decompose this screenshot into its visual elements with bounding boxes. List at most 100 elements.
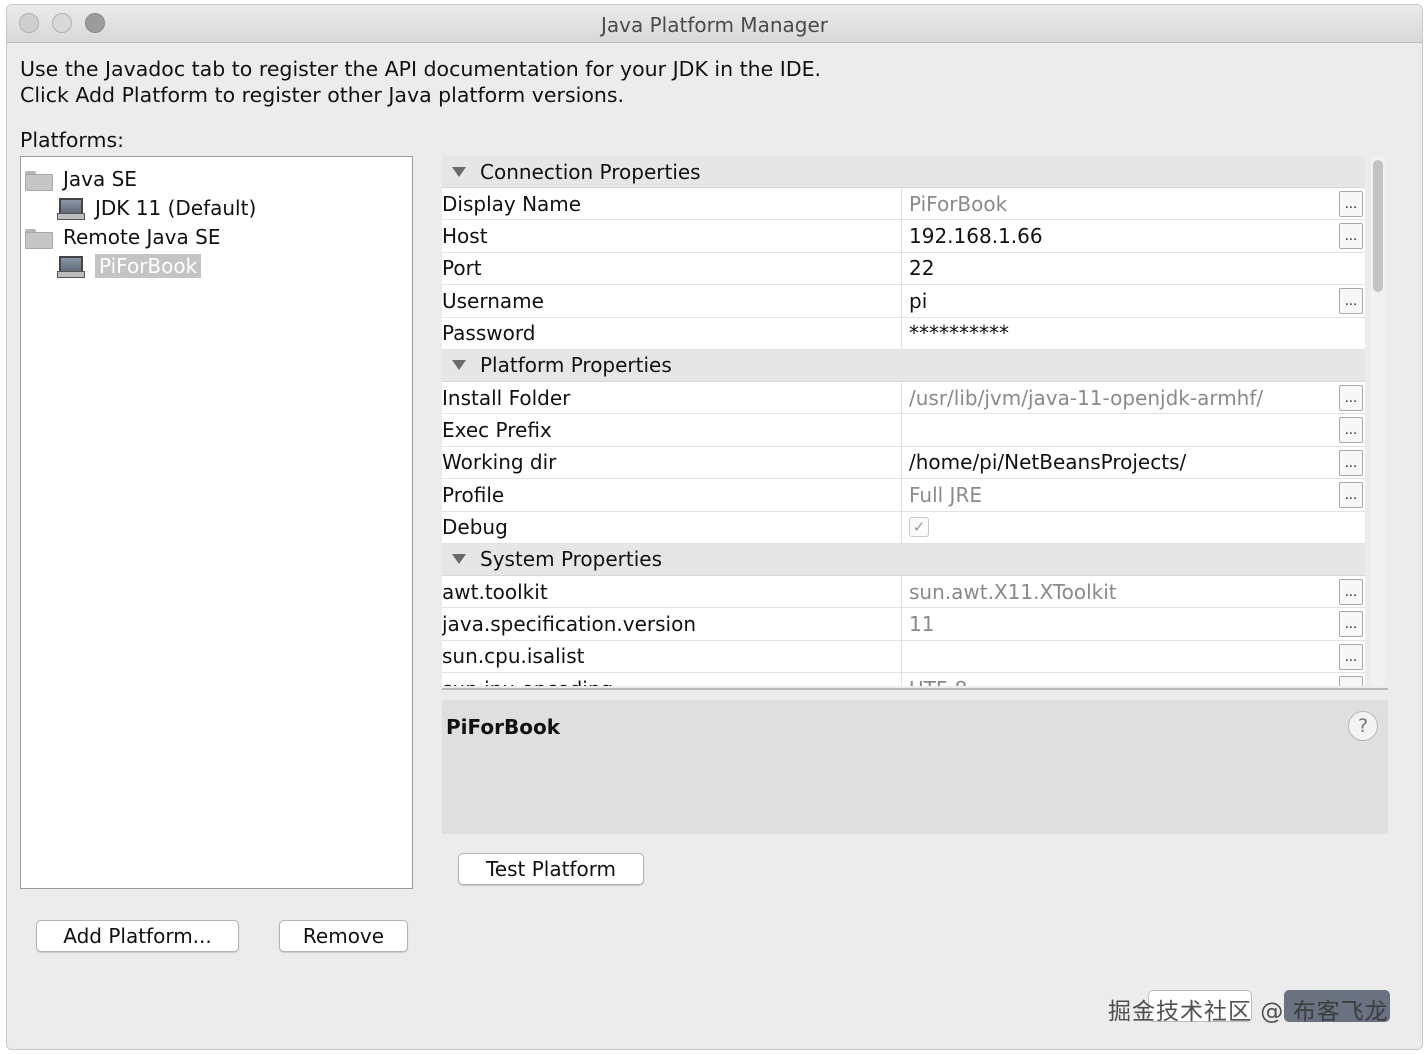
port-value: 22: [909, 256, 935, 281]
description-title: PiForBook: [446, 715, 560, 739]
property-name: java.specification.version: [442, 608, 902, 640]
folder-icon: [25, 227, 53, 249]
property-row-exec-prefix: Exec Prefix ...: [442, 414, 1365, 447]
property-row-java-specification-version: java.specification.version 11...: [442, 608, 1365, 641]
section-title: Connection Properties: [480, 159, 701, 184]
window-title: Java Platform Manager: [601, 13, 828, 37]
section-title: Platform Properties: [480, 353, 672, 378]
property-name: Port: [442, 252, 902, 285]
ellipsis-button[interactable]: ...: [1339, 676, 1363, 686]
property-value[interactable]: /home/pi/NetBeansProjects/...: [902, 447, 1365, 478]
platforms-tree[interactable]: Java SE JDK 11 (Default) Remote Java SE …: [20, 156, 413, 889]
intro-text: Use the Javadoc tab to register the API …: [20, 56, 821, 108]
property-row-display-name: Display Name PiForBook...: [442, 188, 1365, 221]
password-value: **********: [909, 321, 1009, 346]
ellipsis-button[interactable]: ...: [1339, 191, 1363, 217]
expand-triangle-icon: [452, 360, 466, 371]
working-dir-value: /home/pi/NetBeansProjects/: [909, 450, 1187, 475]
property-row-username: Username pi...: [442, 285, 1365, 318]
property-name: sun.jnu.encoding: [442, 673, 902, 686]
splitter-divider[interactable]: [442, 688, 1388, 690]
property-row-host: Host 192.168.1.66...: [442, 220, 1365, 253]
java-spec-version-value: 11: [909, 611, 935, 636]
property-row-password: Password **********: [442, 317, 1365, 350]
watermark-text: 掘金技术社区 @ 布客飞龙: [1108, 999, 1389, 1025]
property-row-profile: Profile Full JRE...: [442, 479, 1365, 512]
ellipsis-button[interactable]: ...: [1339, 643, 1363, 670]
property-name: Display Name: [442, 188, 902, 220]
section-connection-properties[interactable]: Connection Properties: [442, 156, 1365, 188]
properties-scrollbar-thumb[interactable]: [1373, 160, 1383, 292]
property-name: sun.cpu.isalist: [442, 640, 902, 673]
property-value[interactable]: ...: [902, 414, 1365, 445]
intro-line-1: Use the Javadoc tab to register the API …: [20, 57, 822, 81]
username-value: pi: [909, 288, 928, 313]
property-value[interactable]: PiForBook...: [902, 188, 1365, 219]
display-name-value: PiForBook: [909, 191, 1008, 216]
ellipsis-button[interactable]: ...: [1339, 417, 1363, 444]
tree-item-label: PiForBook: [95, 254, 202, 278]
property-name: Working dir: [442, 446, 902, 479]
ellipsis-button[interactable]: ...: [1339, 288, 1363, 315]
property-name: Debug: [442, 511, 902, 543]
property-name: Password: [442, 317, 902, 349]
folder-icon: [25, 169, 53, 191]
install-folder-value: /usr/lib/jvm/java-11-openjdk-armhf/: [909, 385, 1264, 410]
ellipsis-button[interactable]: ...: [1339, 611, 1363, 638]
description-panel: PiForBook ?: [442, 700, 1388, 834]
property-row-jnu-encoding: sun.jnu.encoding UTF-8...: [442, 673, 1365, 686]
property-value[interactable]: 11...: [902, 608, 1365, 639]
tree-item-jdk-11[interactable]: JDK 11 (Default): [57, 194, 256, 222]
remove-button[interactable]: Remove: [279, 920, 408, 952]
jnu-encoding-value: UTF-8: [909, 677, 967, 686]
property-value[interactable]: 192.168.1.66...: [902, 220, 1365, 251]
property-row-debug: Debug ✓: [442, 511, 1365, 544]
property-value[interactable]: **********: [902, 318, 1365, 349]
property-name: Host: [442, 220, 902, 252]
property-row-cpu-isalist: sun.cpu.isalist ...: [442, 640, 1365, 674]
tree-item-label: Java SE: [63, 167, 137, 191]
ellipsis-button[interactable]: ...: [1339, 223, 1363, 250]
platforms-label: Platforms:: [20, 128, 125, 152]
property-row-working-dir: Working dir /home/pi/NetBeansProjects/..…: [442, 446, 1365, 480]
property-name: Profile: [442, 479, 902, 511]
property-value[interactable]: sun.awt.X11.XToolkit...: [902, 576, 1365, 607]
tree-item-java-se[interactable]: Java SE: [25, 165, 137, 193]
ellipsis-button[interactable]: ...: [1339, 482, 1363, 509]
property-name: Exec Prefix: [442, 414, 902, 446]
tree-item-label: JDK 11 (Default): [95, 196, 257, 220]
property-row-awt-toolkit: awt.toolkit sun.awt.X11.XToolkit...: [442, 575, 1365, 609]
properties-sheet[interactable]: Connection Properties Display Name PiFor…: [442, 156, 1365, 686]
ellipsis-button[interactable]: ...: [1339, 384, 1363, 411]
section-title: System Properties: [480, 547, 663, 572]
tree-item-remote-java-se[interactable]: Remote Java SE: [25, 223, 220, 251]
property-value[interactable]: UTF-8...: [902, 673, 1365, 686]
computer-icon: [57, 197, 85, 220]
property-value[interactable]: ...: [902, 641, 1365, 672]
computer-icon: [57, 255, 85, 278]
add-platform-button[interactable]: Add Platform...: [36, 920, 239, 952]
property-name: awt.toolkit: [442, 575, 902, 608]
intro-line-2: Click Add Platform to register other Jav…: [20, 83, 625, 107]
expand-triangle-icon: [452, 166, 466, 177]
property-row-port: Port 22: [442, 252, 1365, 286]
host-value: 192.168.1.66: [909, 224, 1043, 249]
profile-value: Full JRE: [909, 482, 982, 507]
property-value[interactable]: Full JRE...: [902, 479, 1365, 510]
property-row-install-folder: Install Folder /usr/lib/jvm/java-11-open…: [442, 381, 1365, 415]
section-platform-properties[interactable]: Platform Properties: [442, 349, 1365, 382]
expand-triangle-icon: [452, 554, 466, 565]
property-value[interactable]: 22: [902, 253, 1365, 284]
help-icon[interactable]: ?: [1348, 711, 1378, 741]
ellipsis-button[interactable]: ...: [1339, 449, 1363, 476]
test-platform-button[interactable]: Test Platform: [458, 853, 644, 885]
ellipsis-button[interactable]: ...: [1339, 578, 1363, 605]
property-value[interactable]: pi...: [902, 285, 1365, 316]
property-name: Username: [442, 285, 902, 317]
title-bar: Java Platform Manager: [7, 5, 1422, 43]
section-system-properties[interactable]: System Properties: [442, 543, 1365, 576]
property-name: Install Folder: [442, 381, 902, 414]
debug-checkbox[interactable]: ✓: [909, 517, 929, 538]
tree-item-piforbook[interactable]: PiForBook: [57, 252, 202, 280]
property-value[interactable]: /usr/lib/jvm/java-11-openjdk-armhf/...: [902, 382, 1365, 413]
